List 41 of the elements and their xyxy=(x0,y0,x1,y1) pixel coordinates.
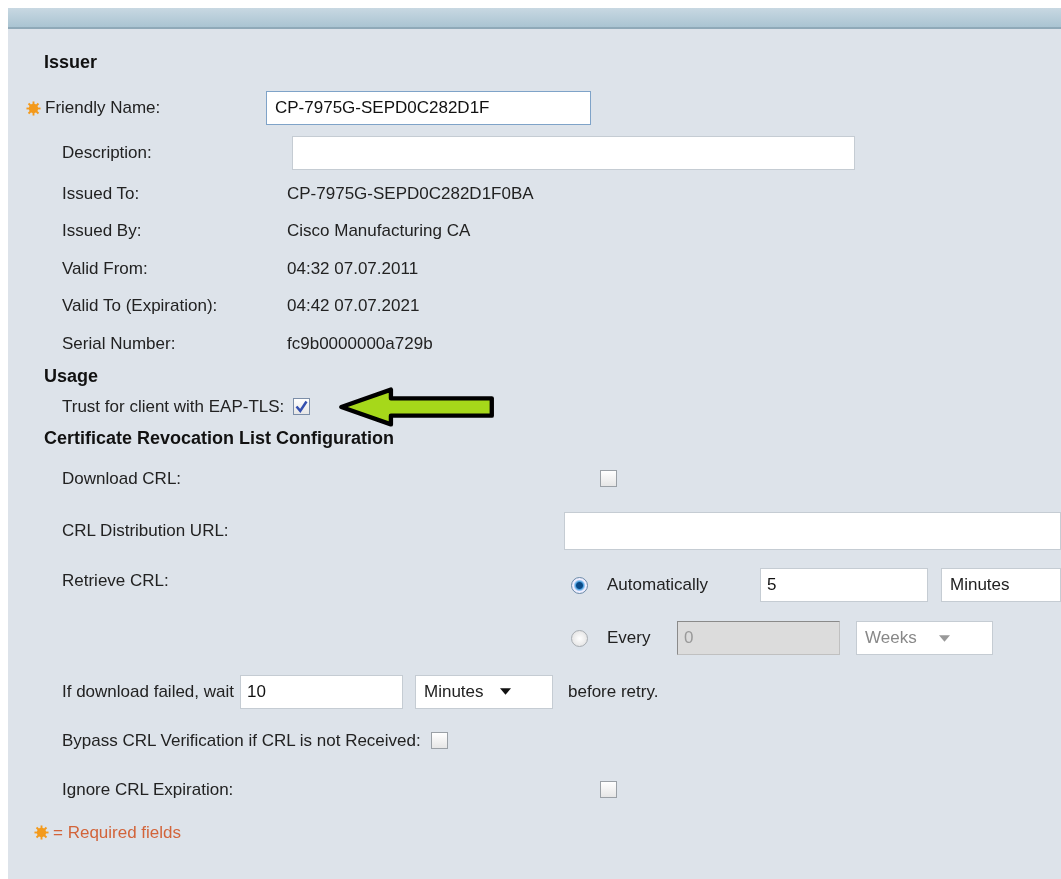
radio-button[interactable] xyxy=(571,576,588,594)
field-label: Download CRL: xyxy=(62,468,183,489)
unit-dropdown[interactable]: Minutes xyxy=(415,674,553,709)
caret-icon xyxy=(499,688,511,695)
option-label: Automatically xyxy=(607,575,710,595)
section-title: Issuer xyxy=(44,51,99,74)
section-title: Usage xyxy=(44,364,100,388)
required-star-icon xyxy=(34,825,49,840)
required-legend: = Required fields xyxy=(53,822,182,843)
interval-field[interactable]: 5 xyxy=(760,568,928,602)
checkbox[interactable] xyxy=(600,470,617,487)
field-label: Serial Number: xyxy=(62,333,177,354)
section-title: Certificate Revocation List Configuration xyxy=(44,426,396,450)
field-value: fc9b0000000a729b xyxy=(287,333,433,354)
checkbox[interactable] xyxy=(600,781,617,798)
field-label: Friendly Name: xyxy=(45,98,162,118)
description-field[interactable] xyxy=(292,136,855,170)
field-label: Ignore CRL Expiration: xyxy=(62,779,235,800)
field-value: 04:32 07.07.2011 xyxy=(287,258,419,279)
field-label: Issued By: xyxy=(62,221,143,242)
field-label: Description: xyxy=(62,143,153,163)
field-label: before retry. xyxy=(568,681,659,702)
field-label: Trust for client with EAP-TLS: xyxy=(62,396,285,417)
field-label: Valid To (Expiration): xyxy=(62,296,219,317)
field-label: CRL Distribution URL: xyxy=(62,520,230,541)
field-label: Valid From: xyxy=(62,258,149,279)
field-label: Retrieve CRL: xyxy=(62,570,170,591)
field-label: If download failed, wait xyxy=(62,681,234,702)
wait-field[interactable]: 10 xyxy=(240,674,403,709)
field-value: 04:42 07.07.2021 xyxy=(287,296,420,317)
checkbox[interactable] xyxy=(293,398,311,415)
field-label: Bypass CRL Verification if CRL is not Received: xyxy=(62,730,421,751)
checkbox[interactable] xyxy=(430,732,448,749)
caret-icon xyxy=(938,634,950,642)
url-field[interactable] xyxy=(563,511,1061,550)
unit-dropdown[interactable]: Minutes xyxy=(941,568,1061,602)
friendly-name-field[interactable]: CP-7975G-SEPD0C282D1F xyxy=(266,91,591,125)
field-value: CP-7975G-SEPD0C282D1F0BA xyxy=(287,183,534,204)
field-value: Cisco Manufacturing CA xyxy=(287,221,471,242)
field-label: Issued To: xyxy=(62,183,141,204)
option-label: Every xyxy=(607,628,652,648)
